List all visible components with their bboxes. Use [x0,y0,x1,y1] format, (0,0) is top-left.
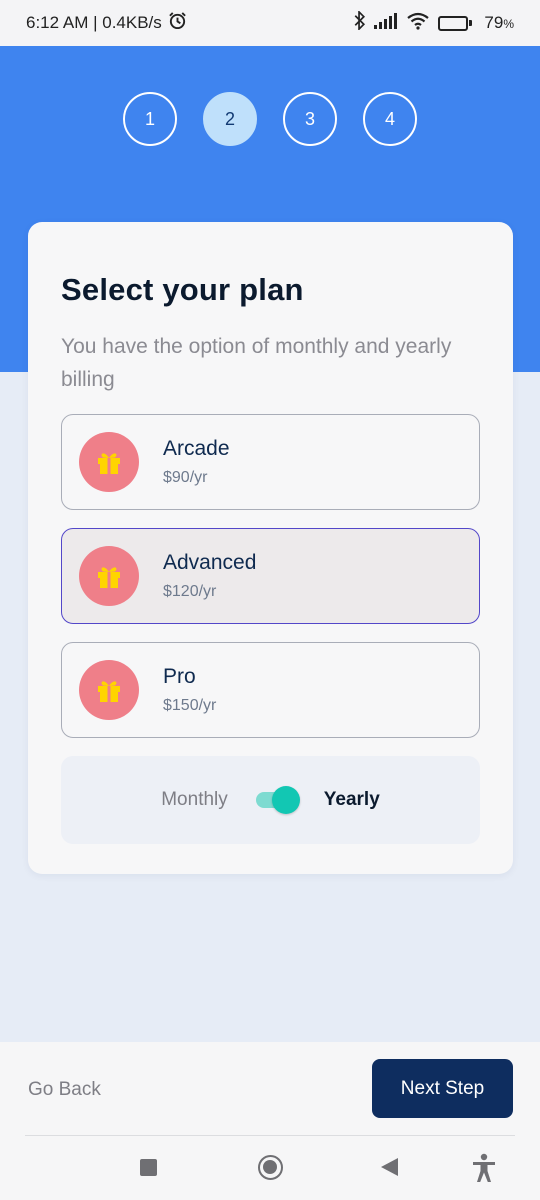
step-indicator: 1 2 3 4 [0,92,540,146]
gift-icon [79,660,139,720]
battery-icon [438,15,473,31]
page-subtitle: You have the option of monthly and yearl… [61,335,452,391]
plan-price: $150/yr [163,697,217,714]
plan-card: Select your plan You have the option of … [28,222,513,874]
billing-toggle[interactable] [254,786,300,814]
wifi-icon [406,12,430,35]
status-left: 6:12 AM | 0.4KB/s [26,11,187,35]
step-2[interactable]: 2 [203,92,257,146]
billing-period-switch: Monthly Yearly [61,756,480,844]
plan-text: Arcade $90/yr [163,437,230,487]
plan-option-pro[interactable]: Pro $150/yr [61,642,480,738]
battery-unit: % [503,17,514,31]
toggle-thumb [271,786,300,814]
go-back-link[interactable]: Go Back [28,1079,101,1101]
battery-percent: 79% [484,13,514,32]
next-step-button[interactable]: Next Step [372,1059,513,1118]
back-icon[interactable] [381,1158,398,1176]
recent-apps-icon[interactable] [140,1159,157,1176]
step-1[interactable]: 1 [123,92,177,146]
step-4[interactable]: 4 [363,92,417,146]
plan-price: $120/yr [163,583,217,600]
plan-name: Pro [163,665,196,688]
monthly-label[interactable]: Monthly [161,789,228,811]
page-title: Select your plan [61,272,304,307]
gift-icon [79,546,139,606]
status-time-speed: 6:12 AM | 0.4KB/s [26,13,162,32]
accessibility-icon[interactable] [470,1153,498,1183]
home-icon[interactable] [258,1155,283,1180]
yearly-label[interactable]: Yearly [324,789,380,811]
plan-option-advanced[interactable]: Advanced $120/yr [61,528,480,624]
status-right: 79% [354,9,514,35]
status-bar: 6:12 AM | 0.4KB/s 79% [0,0,540,46]
plan-list: Arcade $90/yr Advanced $120/yr Pro $150/… [61,414,480,738]
step-3[interactable]: 3 [283,92,337,146]
plan-text: Advanced $120/yr [163,551,256,601]
plan-option-arcade[interactable]: Arcade $90/yr [61,414,480,510]
gift-icon [79,432,139,492]
alarm-icon [168,11,187,35]
bluetooth-icon [354,9,366,35]
plan-price: $90/yr [163,469,208,486]
plan-name: Arcade [163,437,230,460]
plan-text: Pro $150/yr [163,665,216,715]
plan-name: Advanced [163,551,257,574]
signal-icon [374,12,398,34]
